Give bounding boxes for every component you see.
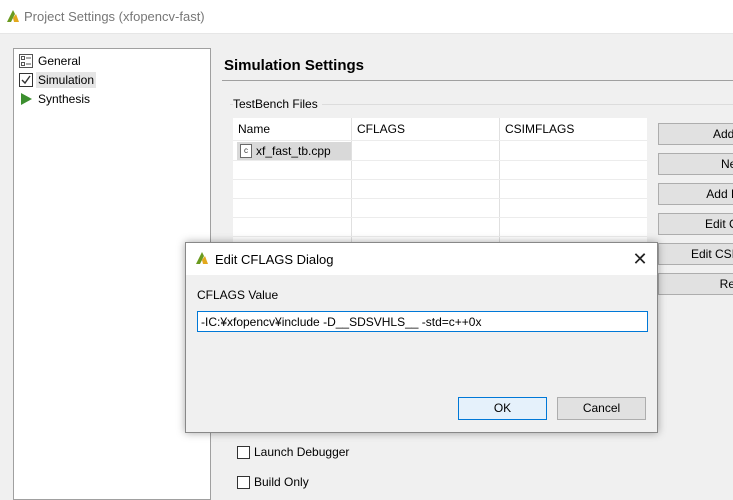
new-file-button[interactable]: New — [658, 153, 733, 175]
cflags-value-label: CFLAGS Value — [197, 288, 279, 302]
table-header: Name CFLAGS CSIMFLAGS — [233, 118, 647, 140]
cflags-value-input[interactable] — [197, 311, 648, 332]
testbench-group-label: TestBench Files — [233, 97, 322, 111]
row-divider — [233, 140, 647, 141]
nav-item-simulation[interactable]: Simulation — [19, 71, 97, 89]
add-files-button[interactable]: Add F — [658, 123, 733, 145]
vivado-hls-logo-icon — [6, 9, 20, 26]
ok-button[interactable]: OK — [458, 397, 547, 420]
checkbox-label: Launch Debugger — [254, 445, 350, 459]
cancel-button[interactable]: Cancel — [557, 397, 646, 420]
c-file-icon: c — [240, 144, 252, 158]
nav-item-label: Synthesis — [38, 92, 91, 106]
checkbox-box[interactable] — [237, 475, 250, 489]
launch-debugger-checkbox[interactable]: Launch Debugger — [237, 445, 349, 459]
page-title: Simulation Settings — [224, 57, 365, 74]
column-header-cflags[interactable]: CFLAGS — [357, 122, 405, 136]
testbench-files-table[interactable]: Name CFLAGS CSIMFLAGS c xf_fast_tb.cpp — [232, 117, 648, 259]
column-header-csimflags[interactable]: CSIMFLAGS — [505, 122, 574, 136]
close-icon[interactable]: ✕ — [629, 248, 651, 270]
title-divider — [222, 80, 733, 81]
settings-nav-tree: General Simulation Synthesis — [13, 48, 211, 500]
edit-cflags-dialog: Edit CFLAGS Dialog ✕ CFLAGS Value OK Can… — [185, 242, 658, 433]
file-name: xf_fast_tb.cpp — [256, 144, 331, 158]
remove-button[interactable]: Rem — [658, 273, 733, 295]
row-divider — [233, 179, 647, 180]
nav-item-general[interactable]: General — [19, 52, 83, 70]
edit-cflags-button[interactable]: Edit CF — [658, 213, 733, 235]
row-divider — [233, 236, 647, 237]
general-settings-icon — [19, 54, 33, 68]
checkbox-box[interactable] — [237, 445, 250, 459]
nav-item-synthesis[interactable]: Synthesis — [19, 90, 92, 108]
column-divider — [351, 118, 352, 258]
checkbox-checked-icon — [19, 73, 33, 87]
row-divider — [233, 217, 647, 218]
dialog-title: Edit CFLAGS Dialog — [215, 252, 334, 267]
window-titlebar: Project Settings (xfopencv-fast) — [0, 0, 733, 34]
vivado-hls-logo-icon — [195, 251, 209, 268]
add-folder-button[interactable]: Add Fo — [658, 183, 733, 205]
table-row[interactable]: c xf_fast_tb.cpp — [237, 142, 351, 160]
play-arrow-icon — [19, 92, 33, 106]
row-divider — [233, 198, 647, 199]
row-divider — [233, 160, 647, 161]
nav-item-label: General — [38, 54, 81, 68]
window-title: Project Settings (xfopencv-fast) — [24, 9, 205, 24]
column-divider — [499, 118, 500, 258]
build-only-checkbox[interactable]: Build Only — [237, 475, 309, 489]
edit-csimflags-button[interactable]: Edit CSIM — [658, 243, 733, 265]
column-header-name[interactable]: Name — [238, 122, 270, 136]
nav-item-label: Simulation — [36, 72, 97, 88]
checkbox-label: Build Only — [254, 475, 309, 489]
dialog-titlebar: Edit CFLAGS Dialog ✕ — [186, 243, 657, 275]
